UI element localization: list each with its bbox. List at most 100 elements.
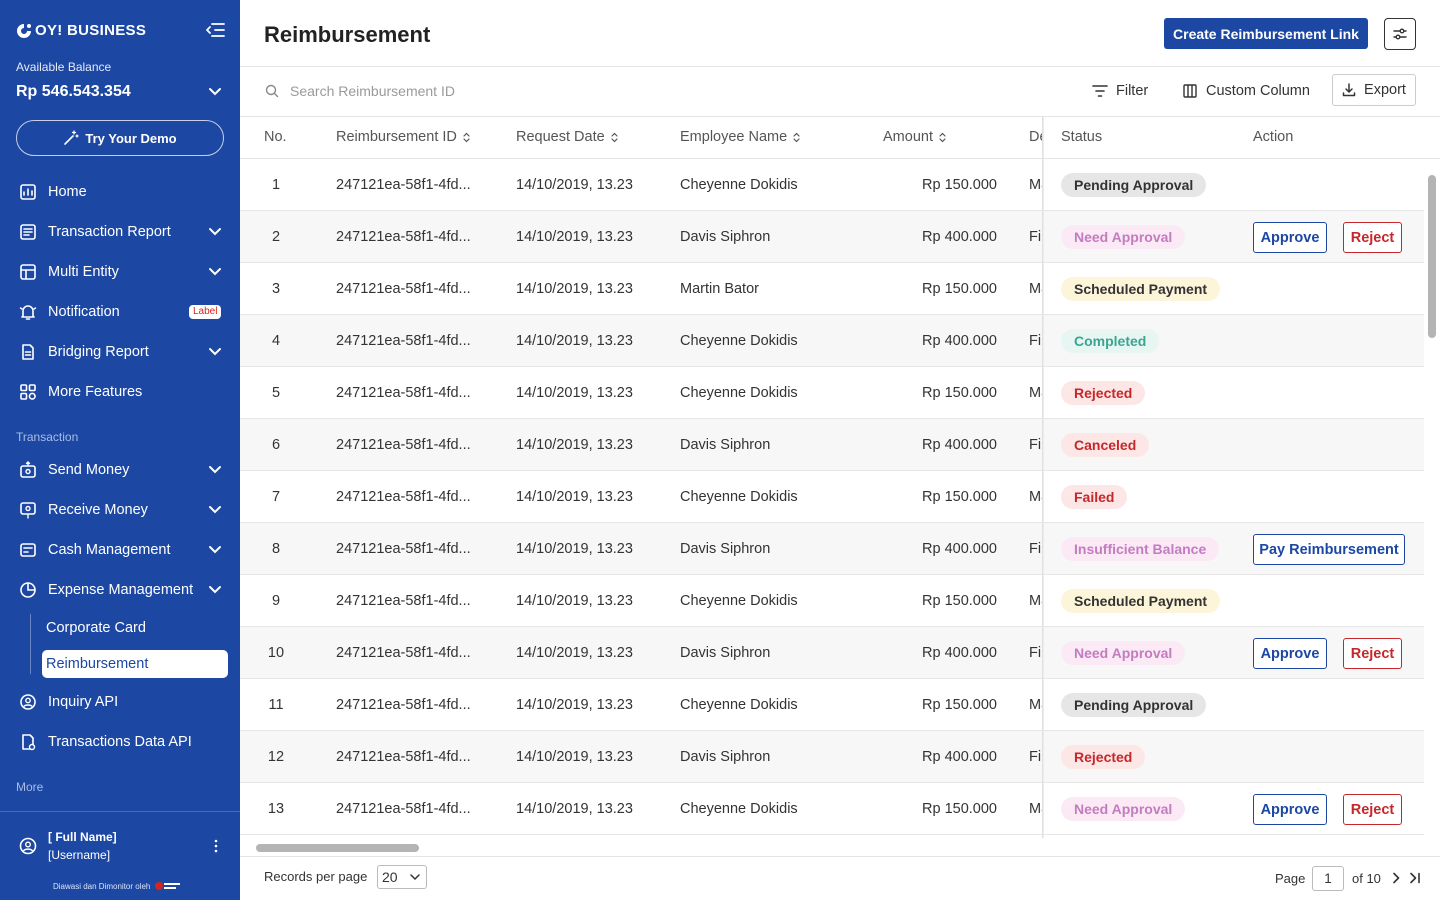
table-row[interactable]: 10 247121ea-58f1-4fd... 14/10/2019, 13.23 D… xyxy=(240,627,1424,679)
reimbursement-id: 247121ea-58f1-4fd... xyxy=(336,697,471,713)
last-page-icon[interactable] xyxy=(1409,872,1421,884)
amount: Rp 400.000 xyxy=(922,541,997,557)
reject-button[interactable]: Reject xyxy=(1343,638,1402,669)
divider xyxy=(240,116,1440,117)
reimbursement-id: 247121ea-58f1-4fd... xyxy=(336,541,471,557)
supervision-text: Diawasi dan Dimonitor oleh xyxy=(53,881,151,891)
row-number: 2 xyxy=(271,229,281,245)
table-row[interactable]: 9 247121ea-58f1-4fd... 14/10/2019, 13.23 Ch… xyxy=(240,575,1424,627)
collapse-sidebar-icon[interactable] xyxy=(205,22,225,38)
status-badge: Rejected xyxy=(1061,745,1146,769)
row-number: 3 xyxy=(271,281,281,297)
logo-icon xyxy=(17,23,31,38)
description: Ma xyxy=(1029,177,1043,193)
sticky-column-divider xyxy=(1042,116,1044,838)
magic-wand-icon xyxy=(64,130,80,145)
columns-icon xyxy=(1183,84,1197,98)
table-row[interactable]: 6 247121ea-58f1-4fd... 14/10/2019, 13.23 Da… xyxy=(240,419,1424,471)
approve-button[interactable]: Approve xyxy=(1253,638,1327,669)
description: Ma xyxy=(1029,593,1043,609)
nav-item-multi-entity[interactable]: Multi Entity xyxy=(0,252,240,292)
table-row[interactable]: 12 247121ea-58f1-4fd... 14/10/2019, 13.23 D… xyxy=(240,731,1424,783)
amount: Rp 400.000 xyxy=(922,437,997,453)
employee-name: Cheyenne Dokidis xyxy=(680,177,798,193)
row-number: 1 xyxy=(271,177,281,193)
custom-column-button[interactable]: Custom Column xyxy=(1182,78,1310,104)
table-row[interactable]: 13 247121ea-58f1-4fd... 14/10/2019, 13.23 C… xyxy=(240,783,1424,835)
reject-button[interactable]: Reject xyxy=(1343,794,1402,825)
settings-button[interactable] xyxy=(1384,18,1416,50)
vertical-scrollbar-thumb[interactable] xyxy=(1428,175,1436,338)
user-full-name: [ Full Name] xyxy=(48,830,117,844)
sub-item-reimbursement[interactable]: Reimbursement xyxy=(42,650,228,678)
nav-item-expense-management[interactable]: Expense Management xyxy=(0,570,240,610)
nav-item-inquiry-api[interactable]: Inquiry API xyxy=(0,682,240,722)
nav-item-cash-management[interactable]: Cash Management xyxy=(0,530,240,570)
chevron-down-icon xyxy=(209,268,221,276)
nav-label: Send Money xyxy=(48,462,130,478)
description: Ma xyxy=(1029,801,1043,817)
more-options-icon[interactable] xyxy=(212,838,220,854)
employee-name: Cheyenne Dokidis xyxy=(680,489,798,505)
horizontal-scrollbar-thumb[interactable] xyxy=(256,844,419,852)
column-label: Action xyxy=(1253,129,1294,145)
nav-item-transactions-data-api[interactable]: Transactions Data API xyxy=(0,722,240,762)
nav-item-home[interactable]: Home xyxy=(0,172,240,212)
nav-label: Cash Management xyxy=(48,542,171,558)
export-button[interactable]: Export xyxy=(1332,74,1416,106)
table-row[interactable]: 11 247121ea-58f1-4fd... 14/10/2019, 13.23 C… xyxy=(240,679,1424,731)
nav-label: Receive Money xyxy=(48,502,148,518)
try-demo-button[interactable]: Try Your Demo xyxy=(16,120,224,156)
table-row[interactable]: 3 247121ea-58f1-4fd... 14/10/2019, 13.23 Ma… xyxy=(240,263,1424,315)
table-row[interactable]: 4 247121ea-58f1-4fd... 14/10/2019, 13.23 Ch… xyxy=(240,315,1424,367)
column-employee-name[interactable]: Employee Name xyxy=(680,129,800,145)
request-date: 14/10/2019, 13.23 xyxy=(516,801,633,817)
regulator-logo-icon xyxy=(155,882,181,890)
nav-item-receive-money[interactable]: Receive Money xyxy=(0,490,240,530)
column-label: Employee Name xyxy=(680,129,788,145)
request-date: 14/10/2019, 13.23 xyxy=(516,749,633,765)
download-icon xyxy=(1342,83,1356,97)
user-handle: [Username] xyxy=(48,848,111,862)
reimbursement-id: 247121ea-58f1-4fd... xyxy=(336,645,471,661)
column-status: Status xyxy=(1061,129,1102,145)
filter-button[interactable]: Filter xyxy=(1092,78,1148,104)
employee-name: Davis Siphron xyxy=(680,749,771,765)
next-page-icon[interactable] xyxy=(1390,872,1402,884)
nav-item-more-features[interactable]: More Features xyxy=(0,372,240,412)
employee-name: Davis Siphron xyxy=(680,437,771,453)
column-label: De xyxy=(1029,129,1043,145)
nav-label: Transaction Report xyxy=(48,224,171,240)
nav-item-send-money[interactable]: Send Money xyxy=(0,450,240,490)
balance-value: Rp 546.543.354 xyxy=(16,83,131,100)
try-demo-label: Try Your Demo xyxy=(85,130,177,146)
table-row[interactable]: 7 247121ea-58f1-4fd... 14/10/2019, 13.23 Ch… xyxy=(240,471,1424,523)
table-row[interactable]: 2 247121ea-58f1-4fd... 14/10/2019, 13.23 Da… xyxy=(240,211,1424,263)
approve-button[interactable]: Approve xyxy=(1253,794,1327,825)
approve-button[interactable]: Approve xyxy=(1253,222,1327,253)
reject-button[interactable]: Reject xyxy=(1343,222,1402,253)
column-reimbursement-id[interactable]: Reimbursement ID xyxy=(336,129,470,145)
page-number-input[interactable] xyxy=(1312,866,1344,891)
table-row[interactable]: 8 247121ea-58f1-4fd... 14/10/2019, 13.23 Da… xyxy=(240,523,1424,575)
nav-item-notification[interactable]: Notification Label xyxy=(0,292,240,332)
nav-item-bridging-report[interactable]: Bridging Report xyxy=(0,332,240,372)
table-row[interactable]: 1 247121ea-58f1-4fd... 14/10/2019, 13.23 Ch… xyxy=(240,159,1424,211)
sub-item-corporate-card[interactable]: Corporate Card xyxy=(46,620,146,636)
nav-item-transaction-report[interactable]: Transaction Report xyxy=(0,212,240,252)
records-per-page-select[interactable]: 20 xyxy=(377,865,427,889)
search-input[interactable] xyxy=(290,78,690,104)
employee-name: Cheyenne Dokidis xyxy=(680,801,798,817)
pay-reimbursement-button[interactable]: Pay Reimbursement xyxy=(1253,534,1405,565)
records-per-page-value: 20 xyxy=(382,869,398,885)
create-reimbursement-link-button[interactable]: Create Reimbursement Link xyxy=(1164,18,1368,49)
description: Ma xyxy=(1029,489,1043,505)
status-badge: Failed xyxy=(1061,485,1128,509)
brand-logo[interactable]: OY! BUSINESS xyxy=(16,22,146,39)
column-amount[interactable]: Amount xyxy=(883,129,946,145)
chevron-down-icon[interactable] xyxy=(207,86,223,98)
table-row[interactable]: 5 247121ea-58f1-4fd... 14/10/2019, 13.23 Ch… xyxy=(240,367,1424,419)
employee-name: Davis Siphron xyxy=(680,541,771,557)
chevron-down-icon xyxy=(209,586,221,594)
column-request-date[interactable]: Request Date xyxy=(516,129,618,145)
